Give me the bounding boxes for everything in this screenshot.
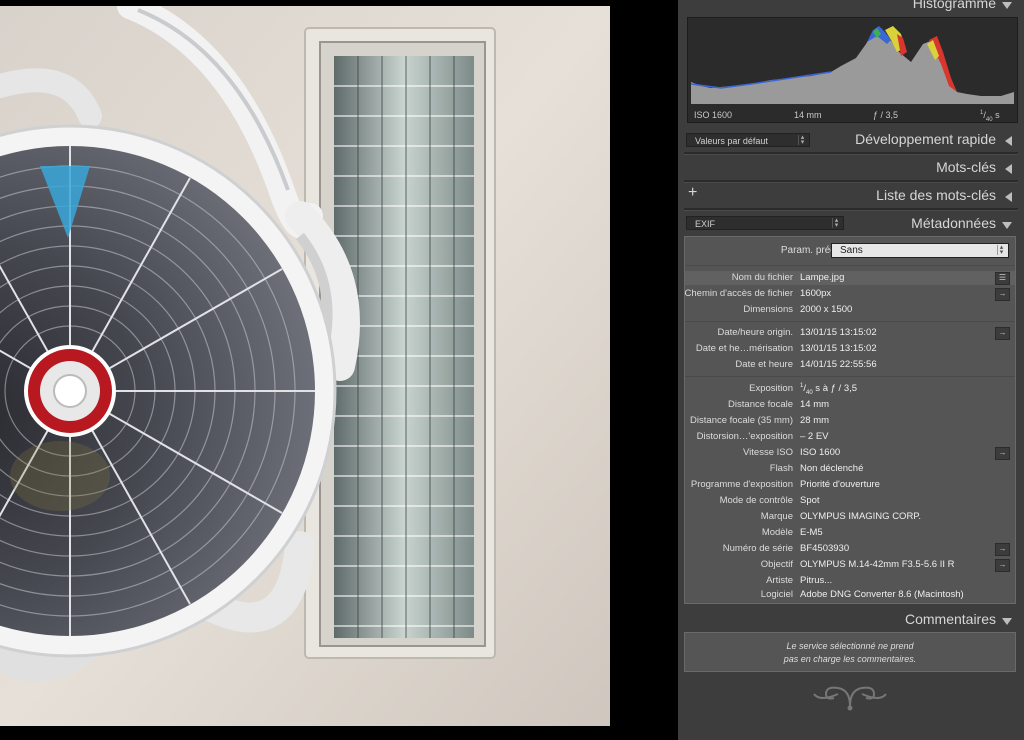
list-icon[interactable]: ☰ <box>995 272 1010 285</box>
metadata-row-date-time: Date et heure 14/01/15 22:55:56 <box>735 359 877 370</box>
goto-arrow-icon[interactable]: → <box>995 543 1010 556</box>
quick-develop-header[interactable]: Valeurs par défaut ▴ ▾ Développement rapi… <box>684 128 1018 154</box>
metadata-row-date-original: Date/heure origin. 13/01/15 13:15:02 → <box>685 326 1015 340</box>
histogram-shutter: 1/40 s <box>980 110 1000 123</box>
divider <box>685 376 1015 377</box>
metadata-row-dimensions: Dimensions 2000 x 1500 <box>743 304 853 315</box>
keywords-header[interactable]: Mots-clés <box>684 156 1018 182</box>
goto-arrow-icon[interactable]: → <box>995 327 1010 340</box>
divider <box>684 152 1018 155</box>
preset-select[interactable]: Sans ▴ ▾ <box>831 243 1009 258</box>
metadata-row-serial: Numéro de série BF4503930 → <box>685 542 1015 556</box>
metadata-row-make: Marque OLYMPUS IMAGING CORP. <box>760 511 922 522</box>
panel-end-ornament-icon <box>813 686 887 711</box>
keywords-title: Mots-clés <box>936 159 996 175</box>
divider <box>684 208 1018 211</box>
metadata-row-exposure: Exposition 1/40 s à ƒ / 3,5 <box>749 383 858 397</box>
comments-title: Commentaires <box>904 611 996 627</box>
collapse-arrow-icon[interactable] <box>1002 618 1012 625</box>
comments-message-line2: pas en charge les commentaires. <box>783 654 917 664</box>
quick-develop-preset-dropdown[interactable]: Valeurs par défaut ▴ ▾ <box>686 133 810 147</box>
metadata-row-program: Programme d'exposition Priorité d'ouvert… <box>690 479 880 490</box>
right-panel: Histogramme ISO 1600 14 mm ƒ / 3,5 1/40 … <box>678 0 1024 740</box>
metadata-row-iso: Vitesse ISO ISO 1600 → <box>685 446 1015 460</box>
keyword-list-header[interactable]: + Liste des mots-clés <box>684 184 1018 210</box>
add-keyword-icon[interactable]: + <box>688 184 697 202</box>
photo-viewer <box>0 0 678 740</box>
expand-arrow-icon[interactable] <box>1005 136 1012 146</box>
keyword-list-title: Liste des mots-clés <box>876 187 996 203</box>
photo-surgical-lamp <box>0 6 610 726</box>
goto-arrow-icon[interactable]: → <box>995 447 1010 460</box>
divider <box>684 180 1018 183</box>
dropdown-arrows-icon: ▴ ▾ <box>997 244 1005 256</box>
metadata-header[interactable]: EXIF ▴ ▾ Métadonnées <box>684 212 1018 238</box>
metadata-row-filename: Nom du fichier Lampe.jpg ☰ <box>685 271 1015 285</box>
comments-message-line1: Le service sélectionné ne prend <box>786 641 914 651</box>
comments-panel: Le service sélectionné ne prend pas en c… <box>684 632 1016 672</box>
histogram-graph <box>691 26 1014 104</box>
expand-arrow-icon[interactable] <box>1005 164 1012 174</box>
histogram-aperture: ƒ / 3,5 <box>873 110 899 120</box>
metadata-row-model: Modèle E-M5 <box>761 527 823 538</box>
quick-develop-title: Développement rapide <box>855 131 996 147</box>
dropdown-arrows-icon: ▴ ▾ <box>832 217 840 229</box>
metadata-row-artist: Artiste Pitrus... <box>766 575 833 586</box>
histogram-focal: 14 mm <box>794 110 822 120</box>
metadata-row-focal: Distance focale 14 mm <box>728 399 830 410</box>
main-photo[interactable] <box>0 6 610 726</box>
goto-arrow-icon[interactable]: → <box>995 559 1010 572</box>
metadata-preset-dropdown[interactable]: EXIF ▴ ▾ <box>686 216 844 230</box>
metadata-panel: Param. prédéf. Sans ▴ ▾ Nom du fichier La… <box>684 236 1016 604</box>
metadata-title: Métadonnées <box>911 215 996 231</box>
histogram-iso: ISO 1600 <box>694 110 733 120</box>
divider <box>685 321 1015 322</box>
metadata-row-date-digitized: Date et he…mérisation 13/01/15 13:15:02 <box>695 343 877 354</box>
collapse-arrow-icon[interactable] <box>1002 222 1012 229</box>
expand-arrow-icon[interactable] <box>1005 192 1012 202</box>
dropdown-arrows-icon: ▴ ▾ <box>798 134 806 146</box>
histogram-panel[interactable]: ISO 1600 14 mm ƒ / 3,5 1/40 s <box>687 17 1018 123</box>
divider <box>685 265 1015 266</box>
metadata-row-focal-35: Distance focale (35 mm) 28 mm <box>690 415 830 426</box>
collapse-arrow-icon[interactable] <box>1002 2 1012 9</box>
comments-header[interactable]: Commentaires <box>684 608 1018 634</box>
metadata-row-flash: Flash Non déclenché <box>769 463 864 474</box>
metadata-row-metering: Mode de contrôle Spot <box>719 495 820 506</box>
histogram-title: Histogramme <box>912 0 996 11</box>
goto-arrow-icon[interactable]: → <box>995 288 1010 301</box>
histogram-header[interactable]: Histogramme <box>684 0 1018 18</box>
metadata-row-exposure-bias: Distorsion…'exposition – 2 EV <box>696 431 829 442</box>
metadata-row-software: Logiciel Adobe DNG Converter 8.6 (Macint… <box>760 589 964 600</box>
metadata-row-lens: Objectif OLYMPUS M.14-42mm F3.5-5.6 II R… <box>685 558 1015 572</box>
metadata-row-path: Chemin d'accès de fichier 1600px → <box>685 287 1015 301</box>
